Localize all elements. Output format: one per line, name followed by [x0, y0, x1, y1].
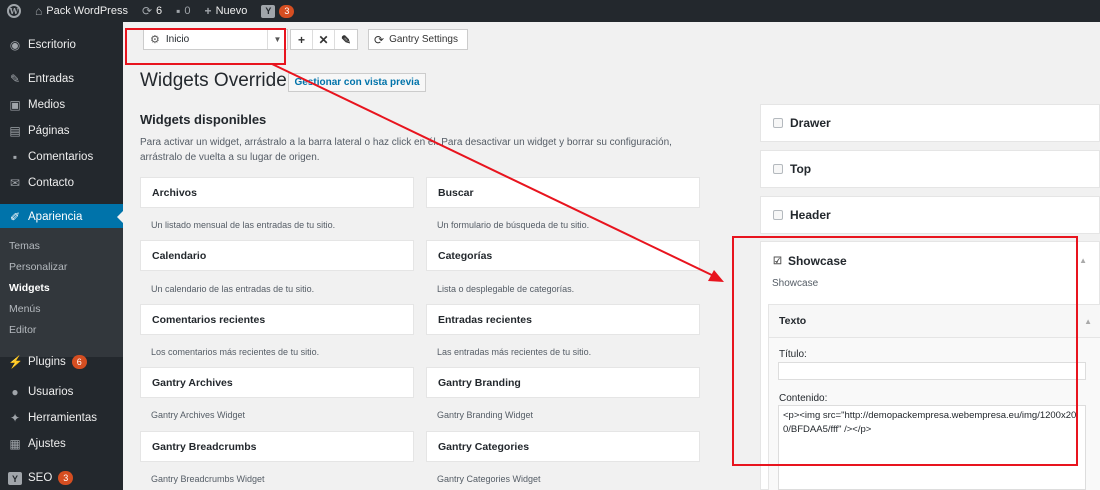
refresh-icon: ⟳	[141, 4, 153, 18]
checkbox-icon[interactable]	[773, 210, 783, 220]
available-widgets-title: Widgets disponibles	[140, 112, 267, 127]
media-icon: ▣	[9, 98, 21, 112]
delete-override-button[interactable]: ✕	[313, 30, 335, 49]
widget-description: Gantry Breadcrumbs Widget	[151, 474, 265, 484]
sidebar-item-medios[interactable]: ▣ Medios	[0, 92, 123, 118]
plugin-icon: ⚡	[8, 355, 23, 369]
widget-categorias[interactable]: Categorías	[426, 240, 700, 271]
sidebar-header[interactable]: Header	[760, 196, 1100, 234]
refresh-icon: ⟳	[374, 32, 385, 47]
brush-icon: ✐	[9, 210, 21, 224]
widget-description: Gantry Archives Widget	[151, 410, 246, 420]
widget-description: Gantry Categories Widget	[437, 474, 541, 484]
seo-menu-badge: 3	[58, 471, 74, 485]
comment-icon: ▪	[12, 150, 18, 164]
apariencia-submenu: Temas Personalizar Widgets Menús Editor	[0, 228, 123, 357]
widget-archivos[interactable]: Archivos	[140, 177, 414, 208]
comment-icon: ▪	[176, 4, 181, 18]
available-widgets-description: Para activar un widget, arrástralo a la …	[140, 137, 672, 163]
user-icon: ●	[11, 385, 19, 399]
widget-description: Un formulario de búsqueda de tu sitio.	[437, 220, 590, 230]
add-override-button[interactable]: +	[291, 30, 313, 49]
edit-override-button[interactable]: ✎	[335, 30, 357, 49]
admin-sidebar: ◉ Escritorio ✎ Entradas ▣ Medios ▤ Páginas ▪…	[0, 22, 123, 490]
yoast-icon: Y	[8, 471, 22, 486]
pin-icon: ✎	[9, 72, 21, 86]
updates-link[interactable]: ⟳ 6	[135, 0, 169, 22]
widget-buscar[interactable]: Buscar	[426, 177, 700, 208]
submenu-item-menus[interactable]: Menús	[0, 303, 123, 315]
sidebar-item-seo[interactable]: Y SEO 3	[0, 465, 123, 490]
sidebar-item-comentarios[interactable]: ▪ Comentarios	[0, 144, 123, 170]
sidebar-top[interactable]: Top	[760, 150, 1100, 188]
sidebar-item-ajustes[interactable]: ▦ Ajustes	[0, 431, 123, 457]
widget-description: Un calendario de las entradas de tu siti…	[151, 284, 315, 294]
sidebar-item-plugins[interactable]: ⚡ Plugins 6	[0, 349, 123, 375]
annotation-highlight-select	[125, 28, 286, 65]
sidebar-item-herramientas[interactable]: ✦ Herramientas	[0, 405, 123, 431]
plus-icon: +	[204, 4, 212, 18]
submenu-item-editor[interactable]: Editor	[0, 324, 123, 336]
gantry-settings-button[interactable]: ⟳ Gantry Settings	[368, 29, 468, 50]
widget-description: Un listado mensual de las entradas de tu…	[151, 220, 336, 230]
checkbox-icon[interactable]	[773, 118, 783, 128]
yoast-icon: Y	[261, 4, 276, 18]
sidebar-item-entradas[interactable]: ✎ Entradas	[0, 66, 123, 92]
wordpress-icon: W	[7, 4, 21, 18]
mail-icon: ✉	[9, 176, 21, 190]
dashboard-icon: ◉	[9, 38, 21, 52]
widget-entradas-recientes[interactable]: Entradas recientes	[426, 304, 700, 335]
sidebar-item-apariencia[interactable]: ✐ Apariencia	[0, 204, 123, 230]
wrench-icon: ✦	[9, 411, 21, 425]
checkbox-icon[interactable]	[773, 164, 783, 174]
widget-gantry-branding[interactable]: Gantry Branding	[426, 367, 700, 398]
settings-icon: ▦	[9, 437, 21, 451]
widget-comentarios-recientes[interactable]: Comentarios recientes	[140, 304, 414, 335]
collapse-arrow-icon[interactable]: ▲	[1084, 317, 1092, 326]
plugins-badge: 6	[71, 355, 87, 369]
admin-bar: W ⌂ Pack WordPress ⟳ 6 ▪ 0 + Nuevo Y3	[0, 0, 1100, 22]
page-title: Widgets Override	[140, 70, 287, 91]
wp-logo-menu[interactable]: W	[0, 0, 28, 22]
widget-calendario[interactable]: Calendario	[140, 240, 414, 271]
widget-gantry-categories[interactable]: Gantry Categories	[426, 431, 700, 462]
widget-description: Gantry Branding Widget	[437, 410, 534, 420]
widget-description: Las entradas más recientes de tu sitio.	[437, 347, 592, 357]
manage-preview-button[interactable]: Gestionar con vista previa	[288, 73, 426, 92]
sidebar-drawer[interactable]: Drawer	[760, 104, 1100, 142]
submenu-item-personalizar[interactable]: Personalizar	[0, 261, 123, 273]
widget-gantry-breadcrumbs[interactable]: Gantry Breadcrumbs	[140, 431, 414, 462]
pencil-icon: ✎	[340, 32, 352, 47]
submenu-item-temas[interactable]: Temas	[0, 240, 123, 252]
sidebar-item-contacto[interactable]: ✉ Contacto	[0, 170, 123, 196]
comments-link[interactable]: ▪ 0	[169, 0, 197, 22]
seo-badge: 3	[279, 4, 295, 18]
seo-link[interactable]: Y3	[254, 0, 301, 22]
widget-gantry-archives[interactable]: Gantry Archives	[140, 367, 414, 398]
collapse-arrow-icon[interactable]: ▲	[1079, 256, 1087, 265]
pages-icon: ▤	[9, 124, 21, 138]
new-content-link[interactable]: + Nuevo	[198, 0, 255, 22]
sidebar-item-paginas[interactable]: ▤ Páginas	[0, 118, 123, 144]
sidebar-item-escritorio[interactable]: ◉ Escritorio	[0, 32, 123, 58]
submenu-item-widgets[interactable]: Widgets	[0, 282, 123, 294]
home-icon: ⌂	[35, 4, 43, 18]
annotation-highlight-showcase	[732, 236, 1078, 466]
widget-description: Lista o desplegable de categorías.	[437, 284, 575, 294]
sidebar-item-usuarios[interactable]: ● Usuarios	[0, 379, 123, 405]
widget-description: Los comentarios más recientes de tu siti…	[151, 347, 320, 357]
override-actions: + ✕ ✎	[290, 29, 358, 50]
site-name-link[interactable]: ⌂ Pack WordPress	[28, 0, 135, 22]
close-icon: ✕	[318, 32, 329, 47]
plus-icon: +	[297, 32, 305, 47]
